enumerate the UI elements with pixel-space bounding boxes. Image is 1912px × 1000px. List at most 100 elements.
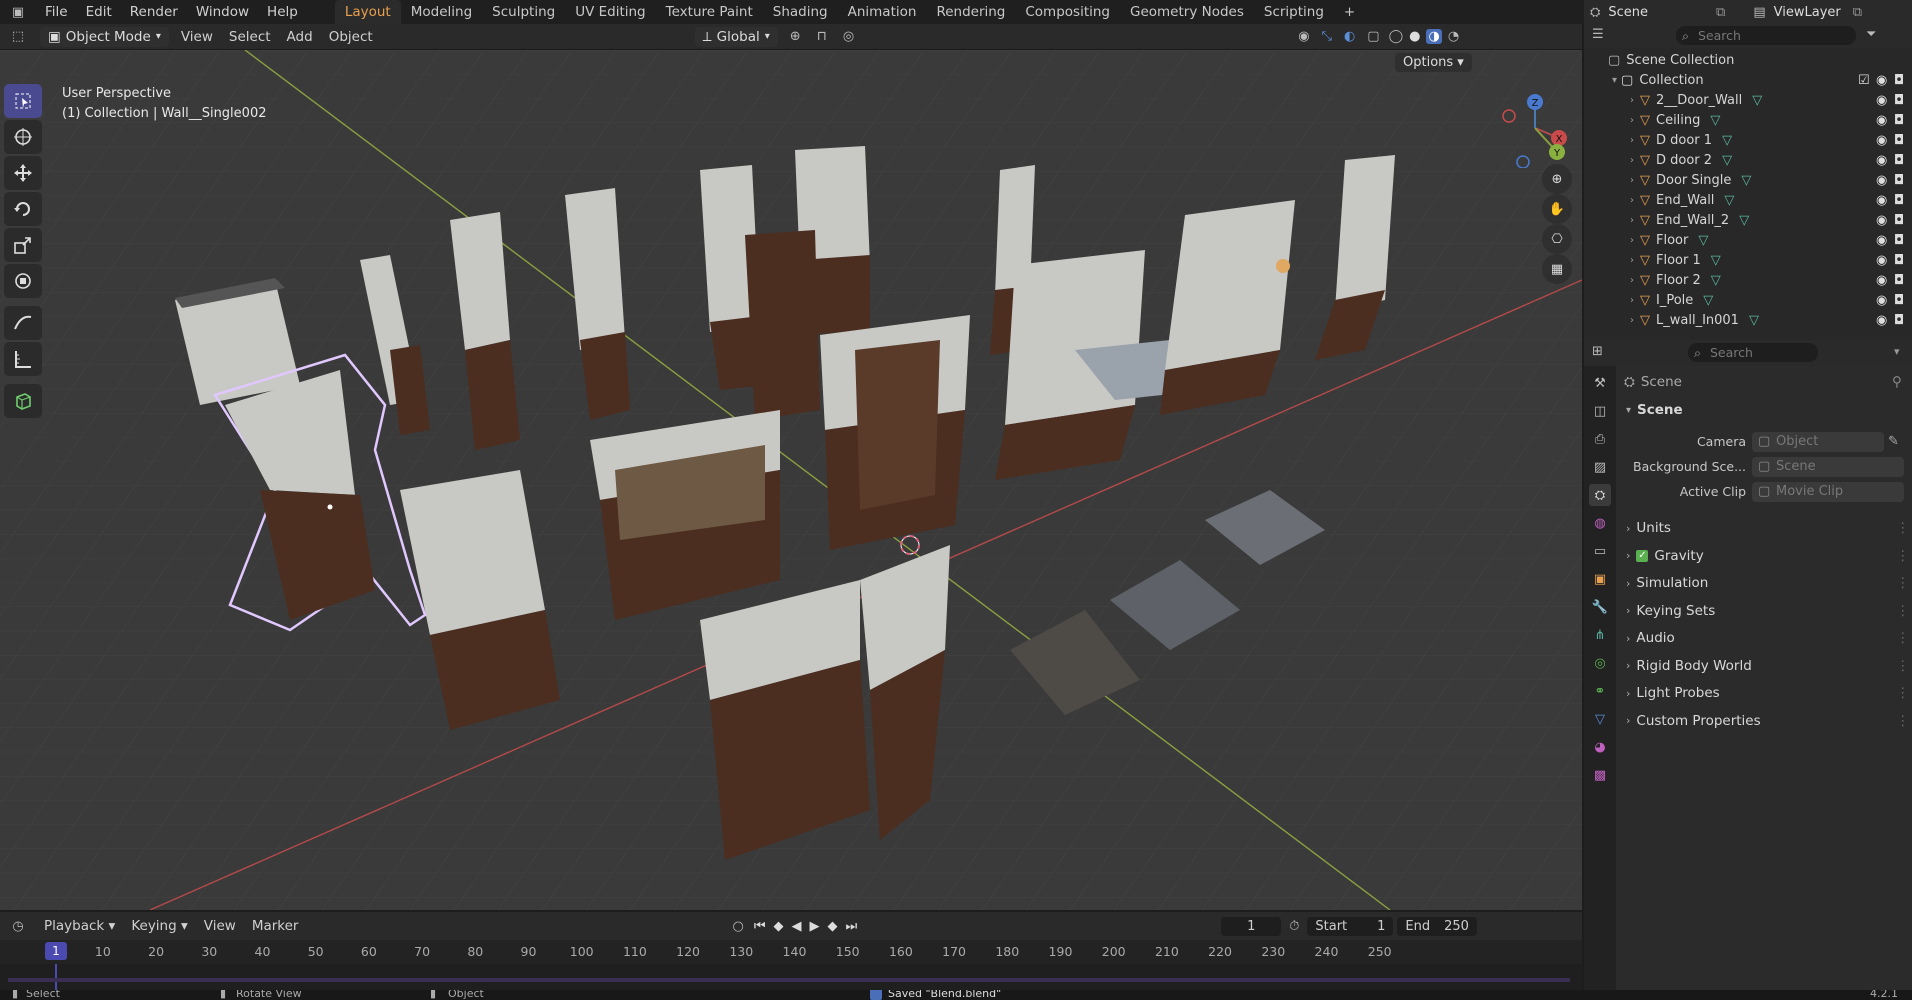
shading-material-icon[interactable]: ◑ — [1426, 29, 1442, 44]
measure-icon[interactable] — [4, 342, 42, 376]
eye-icon[interactable]: ◉ — [1876, 213, 1887, 228]
eye-icon[interactable]: ◉ — [1876, 153, 1887, 168]
chevron-right-icon[interactable]: › — [1630, 235, 1634, 246]
cursor-icon[interactable] — [4, 120, 42, 154]
workspace-tab-rendering[interactable]: Rendering — [926, 0, 1015, 24]
outliner-object-row[interactable]: › ▽ I_Pole ▽ ◉ ◘ — [1584, 290, 1912, 310]
modifier-tab-icon[interactable]: 🔧 — [1589, 596, 1611, 618]
drag-handle-icon[interactable]: ⋮⋮ — [1896, 520, 1912, 536]
eye-icon[interactable]: ◉ — [1876, 273, 1887, 288]
visibility-icon[interactable]: ◉ — [1298, 29, 1309, 44]
outliner-object-row[interactable]: › ▽ D door 2 ▽ ◉ ◘ — [1584, 150, 1912, 170]
outliner-object-row[interactable]: › ▽ Ceiling ▽ ◉ ◘ — [1584, 110, 1912, 130]
camera-icon[interactable]: ◘ — [1894, 173, 1904, 188]
tool-tab-icon[interactable]: ⚒ — [1589, 372, 1611, 394]
view-menu[interactable]: View — [173, 29, 221, 45]
perspective-toggle-icon[interactable]: ▦ — [1542, 254, 1572, 284]
workspace-tab-shading[interactable]: Shading — [763, 0, 838, 24]
workspace-tab-layout[interactable]: Layout — [334, 0, 401, 24]
scene-tab-icon[interactable]: ⛭ — [1589, 484, 1611, 506]
eye-icon[interactable]: ◉ — [1876, 133, 1887, 148]
subpanel-header[interactable]: › Rigid Body World ⋮⋮ — [1626, 658, 1912, 674]
menu-help[interactable]: Help — [258, 0, 307, 24]
drag-handle-icon[interactable]: ⋮⋮ — [1896, 630, 1912, 646]
chevron-down-icon[interactable]: ▾ — [1612, 75, 1617, 86]
workspace-tab-sculpting[interactable]: Sculpting — [482, 0, 565, 24]
subpanel-header[interactable]: › Light Probes ⋮⋮ — [1626, 685, 1912, 701]
viewlayer-icon[interactable]: ▤ — [1753, 5, 1765, 20]
select-box-icon[interactable] — [4, 84, 42, 118]
new-viewlayer-icon[interactable]: ⧉ — [1853, 5, 1862, 20]
scene-selector[interactable]: Scene — [1608, 5, 1648, 20]
subpanel-header[interactable]: › Units ⋮⋮ — [1626, 520, 1912, 536]
drag-handle-icon[interactable]: ⋮⋮ — [1896, 603, 1912, 619]
camera-icon[interactable]: ◘ — [1894, 273, 1904, 288]
snap-icon[interactable]: ⊓ — [817, 29, 827, 44]
pivot-icon[interactable]: ⊕ — [790, 29, 801, 44]
outliner-object-row[interactable]: › ▽ 2__Door_Wall ▽ ◉ ◘ — [1584, 90, 1912, 110]
select-menu[interactable]: Select — [221, 29, 279, 45]
camera-icon[interactable]: ◘ — [1894, 193, 1904, 208]
chevron-right-icon[interactable]: › — [1630, 195, 1634, 206]
drag-handle-icon[interactable]: ⋮⋮ — [1896, 713, 1912, 729]
eye-icon[interactable]: ◉ — [1876, 313, 1887, 328]
timeline-track-area[interactable] — [0, 964, 1582, 990]
chevron-right-icon[interactable]: › — [1630, 155, 1634, 166]
particles-tab-icon[interactable]: ⋔ — [1589, 624, 1611, 646]
output-tab-icon[interactable]: ⎙ — [1589, 428, 1611, 450]
light-object-icon[interactable] — [1276, 259, 1290, 273]
filter-icon[interactable]: ⏷ — [1866, 27, 1876, 42]
timeline-view-menu[interactable]: View — [196, 918, 244, 934]
scale-icon[interactable] — [4, 228, 42, 262]
gravity-checkbox[interactable]: ✓ — [1636, 549, 1649, 562]
keying-menu[interactable]: Keying ▾ — [123, 918, 195, 934]
camera-icon[interactable]: ◘ — [1894, 233, 1904, 248]
pan-hand-icon[interactable]: ✋ — [1542, 194, 1572, 224]
new-scene-icon[interactable]: ⧉ — [1716, 5, 1725, 20]
annotate-icon[interactable] — [4, 306, 42, 340]
camera-icon[interactable]: ◘ — [1894, 253, 1904, 268]
rotate-icon[interactable] — [4, 192, 42, 226]
shading-wireframe-icon[interactable]: ◯ — [1389, 29, 1404, 44]
workspace-tab-scripting[interactable]: Scripting — [1254, 0, 1334, 24]
object-tab-icon[interactable]: ▣ — [1589, 568, 1611, 590]
menu-edit[interactable]: Edit — [77, 0, 121, 24]
view-layer-tab-icon[interactable]: ▨ — [1589, 456, 1611, 478]
outliner-search-input[interactable]: ⌕ Search — [1676, 26, 1856, 45]
scene-collection-row[interactable]: ▢ Scene Collection — [1584, 50, 1912, 70]
marker-menu[interactable]: Marker — [244, 918, 307, 934]
playhead[interactable]: 1 — [45, 942, 67, 960]
viewport-editor-type-icon[interactable]: ⬚ — [0, 29, 36, 44]
jump-keyframe-back-icon[interactable]: ◆ — [774, 919, 784, 934]
mode-dropdown[interactable]: ▣ Object Mode ▾ — [40, 26, 169, 47]
menu-window[interactable]: Window — [187, 0, 258, 24]
collection-tab-icon[interactable]: ▭ — [1589, 540, 1611, 562]
stopwatch-icon[interactable]: ⏱ — [1289, 919, 1299, 934]
drag-handle-icon[interactable]: ⋮⋮ — [1896, 685, 1912, 701]
zoom-icon[interactable]: ⊕ — [1542, 164, 1572, 194]
properties-editor-icon[interactable]: ⊞ — [1592, 344, 1603, 359]
display-mode-icon[interactable]: ☰ — [1592, 27, 1604, 42]
current-frame-field[interactable]: 1 — [1221, 916, 1282, 936]
eye-icon[interactable]: ◉ — [1876, 93, 1887, 108]
add-workspace-button[interactable]: + — [1334, 0, 1365, 24]
end-frame-field[interactable]: End 250 — [1397, 916, 1477, 936]
options-dropdown[interactable]: Options ▾ — [1395, 53, 1472, 72]
camera-icon[interactable]: ◘ — [1894, 113, 1904, 128]
proportional-edit-icon[interactable]: ◎ — [843, 29, 854, 44]
checkbox-icon[interactable]: ☑ — [1858, 73, 1870, 88]
jump-end-icon[interactable]: ⏭ — [846, 919, 858, 934]
camera-icon[interactable]: ◘ — [1894, 213, 1904, 228]
play-reverse-icon[interactable]: ◀ — [792, 919, 802, 934]
play-icon[interactable]: ▶ — [810, 919, 820, 934]
3d-viewport[interactable]: User Perspective (1) Collection | Wall__… — [0, 50, 1582, 910]
subpanel-header[interactable]: › Custom Properties ⋮⋮ — [1626, 713, 1912, 729]
eye-icon[interactable]: ◉ — [1876, 253, 1887, 268]
eye-icon[interactable]: ◉ — [1876, 193, 1887, 208]
chevron-right-icon[interactable]: › — [1630, 135, 1634, 146]
outliner-object-row[interactable]: › ▽ L_wall_In001 ▽ ◉ ◘ — [1584, 310, 1912, 330]
eye-icon[interactable]: ◉ — [1876, 293, 1887, 308]
data-tab-icon[interactable]: ▽ — [1589, 708, 1611, 730]
orientation-dropdown[interactable]: ⟂ Global ▾ — [694, 26, 778, 47]
subpanel-header[interactable]: › ✓ Gravity ⋮⋮ — [1626, 548, 1912, 564]
